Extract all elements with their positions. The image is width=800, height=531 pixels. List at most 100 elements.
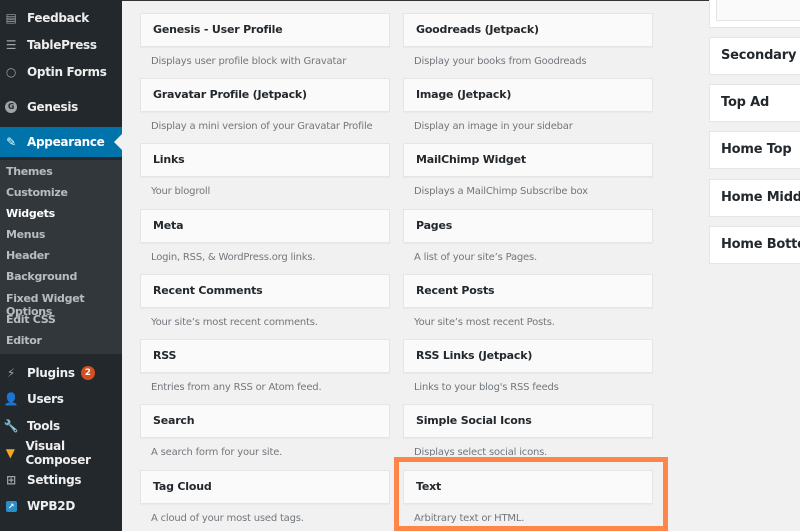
menu-item-optin-forms[interactable]: ○ Optin Forms: [0, 59, 122, 85]
widget-title: Pages: [416, 219, 453, 232]
menu-label: Appearance: [27, 135, 105, 149]
widget-description: A cloud of your most used tags.: [151, 513, 304, 524]
top-border: [122, 0, 800, 1]
widget-area-top-ad[interactable]: Top Ad: [709, 84, 800, 122]
menu-label: Plugins: [27, 366, 75, 380]
menu-item-settings[interactable]: ⊞ Settings: [0, 467, 122, 493]
widget-area-title: Top Ad: [721, 95, 770, 110]
update-count-badge: 2: [80, 366, 95, 380]
widget-title: RSS: [153, 349, 177, 362]
menu-item-wpb2d[interactable]: ↗ WPB2D: [0, 493, 122, 519]
widget-meta[interactable]: Meta: [140, 209, 390, 243]
menu-item-users[interactable]: 👤 Users: [0, 386, 122, 412]
widget-title: Simple Social Icons: [416, 414, 532, 427]
widget-title: Recent Posts: [416, 284, 495, 297]
menu-label: WPB2D: [27, 499, 75, 513]
submenu-item-widgets[interactable]: Widgets: [6, 207, 55, 220]
submenu-item-background[interactable]: Background: [6, 270, 77, 283]
menu-item-feedback[interactable]: ▤ Feedback: [0, 5, 122, 31]
circle-icon: ○: [5, 65, 17, 79]
widget-in-area[interactable]: Text: [716, 0, 800, 21]
settings-icon: ⊞: [6, 473, 16, 487]
table-icon: ☰: [5, 38, 17, 52]
highlight-box: [394, 457, 668, 531]
submenu-item-themes[interactable]: Themes: [6, 165, 53, 178]
menu-item-tablepress[interactable]: ☰ TablePress: [0, 32, 122, 58]
widget-description: Displays a MailChimp Subscribe box: [414, 186, 588, 197]
genesis-icon: G: [4, 100, 18, 114]
widget-title: Gravatar Profile (Jetpack): [153, 88, 307, 101]
widget-description: Display your books from Goodreads: [414, 56, 587, 67]
widget-description: Displays select social icons.: [414, 447, 548, 456]
widget-area-title: Secondary Sidebar: [721, 48, 800, 63]
menu-label: Genesis: [27, 100, 78, 114]
menu-item-appearance[interactable]: ✎ Appearance: [0, 127, 122, 157]
wpb2d-icon: ↗: [4, 499, 18, 513]
widget-area-home-bottom[interactable]: Home Bottom: [709, 226, 800, 264]
active-arrow: [114, 134, 122, 150]
menu-item-tools[interactable]: 🔧 Tools: [0, 413, 122, 439]
widget-image[interactable]: Image (Jetpack): [403, 78, 653, 112]
widget-area-primary-partial: Text: [709, 0, 800, 28]
widget-tag-cloud[interactable]: Tag Cloud: [140, 470, 390, 504]
submenu-item-edit-css[interactable]: Edit CSS: [6, 313, 56, 326]
widget-goodreads[interactable]: Goodreads (Jetpack): [403, 13, 653, 47]
widget-description: Login, RSS, & WordPress.org links.: [151, 252, 316, 263]
widget-area-secondary-sidebar[interactable]: Secondary Sidebar: [709, 37, 800, 75]
submenu-item-editor[interactable]: Editor: [6, 334, 42, 347]
widget-area-home-middle[interactable]: Home Middle: [709, 179, 800, 217]
widget-rss-links[interactable]: RSS Links (Jetpack): [403, 339, 653, 373]
widget-gravatar-profile[interactable]: Gravatar Profile (Jetpack): [140, 78, 390, 112]
widget-description: A list of your site’s Pages.: [414, 252, 537, 263]
user-icon: 👤: [3, 392, 19, 406]
widget-title: Image (Jetpack): [416, 88, 512, 101]
widget-description: Links to your blog's RSS feeds: [414, 382, 559, 393]
menu-label: Settings: [27, 473, 82, 487]
widget-description: Your site’s most recent Posts.: [414, 317, 555, 328]
widget-recent-comments[interactable]: Recent Comments: [140, 274, 390, 308]
widget-description: Display an image in your sidebar: [414, 121, 573, 132]
widget-description: Entries from any RSS or Atom feed.: [151, 382, 322, 393]
widget-title: Search: [153, 414, 195, 427]
menu-item-genesis[interactable]: G Genesis: [0, 94, 122, 120]
menu-label: Feedback: [27, 11, 89, 25]
widget-description: Your blogroll: [151, 186, 211, 197]
visual-composer-icon: ▼: [5, 446, 15, 460]
paintbrush-icon: ✎: [6, 135, 16, 149]
widget-description: Displays user profile block with Gravata…: [151, 56, 347, 67]
widget-area-title: Home Bottom: [721, 237, 800, 252]
widget-title: Meta: [153, 219, 184, 232]
widget-description: A search form for your site.: [151, 447, 283, 458]
menu-label: Visual Composer: [25, 439, 91, 467]
widget-rss[interactable]: RSS: [140, 339, 390, 373]
widget-area-home-top[interactable]: Home Top: [709, 131, 800, 169]
widget-search[interactable]: Search: [140, 404, 390, 438]
widget-simple-social-icons[interactable]: Simple Social Icons: [403, 404, 653, 438]
widget-description: Display a mini version of your Gravatar …: [151, 121, 373, 132]
submenu-item-customize[interactable]: Customize: [6, 186, 68, 199]
widget-title: Tag Cloud: [153, 480, 212, 493]
widget-area-title: Home Top: [721, 142, 792, 157]
appearance-submenu: Themes Customize Widgets Menus Header Ba…: [0, 160, 122, 354]
menu-label: TablePress: [27, 38, 97, 52]
widget-title: Goodreads (Jetpack): [416, 23, 539, 36]
widget-links[interactable]: Links: [140, 143, 390, 177]
submenu-item-menus[interactable]: Menus: [6, 228, 45, 241]
menu-label: Tools: [27, 419, 60, 433]
menu-item-plugins[interactable]: ⚡ Plugins 2: [0, 360, 122, 386]
widget-title: Recent Comments: [153, 284, 263, 297]
widget-mailchimp[interactable]: MailChimp Widget: [403, 143, 653, 177]
submenu-item-header[interactable]: Header: [6, 249, 49, 262]
feedback-icon: ▤: [5, 11, 17, 25]
menu-item-visual-composer[interactable]: ▼ Visual Composer: [0, 439, 122, 467]
widget-genesis-user-profile[interactable]: Genesis - User Profile: [140, 13, 390, 47]
widget-area-title: Home Middle: [721, 190, 800, 205]
menu-label: Users: [27, 392, 64, 406]
widget-title: Genesis - User Profile: [153, 23, 283, 36]
widget-recent-posts[interactable]: Recent Posts: [403, 274, 653, 308]
wrench-icon: 🔧: [3, 419, 19, 433]
admin-sidebar: ▤ Feedback ☰ TablePress ○ Optin Forms G …: [0, 0, 122, 531]
widget-pages[interactable]: Pages: [403, 209, 653, 243]
widget-title: RSS Links (Jetpack): [416, 349, 533, 362]
menu-label: Optin Forms: [27, 65, 107, 79]
